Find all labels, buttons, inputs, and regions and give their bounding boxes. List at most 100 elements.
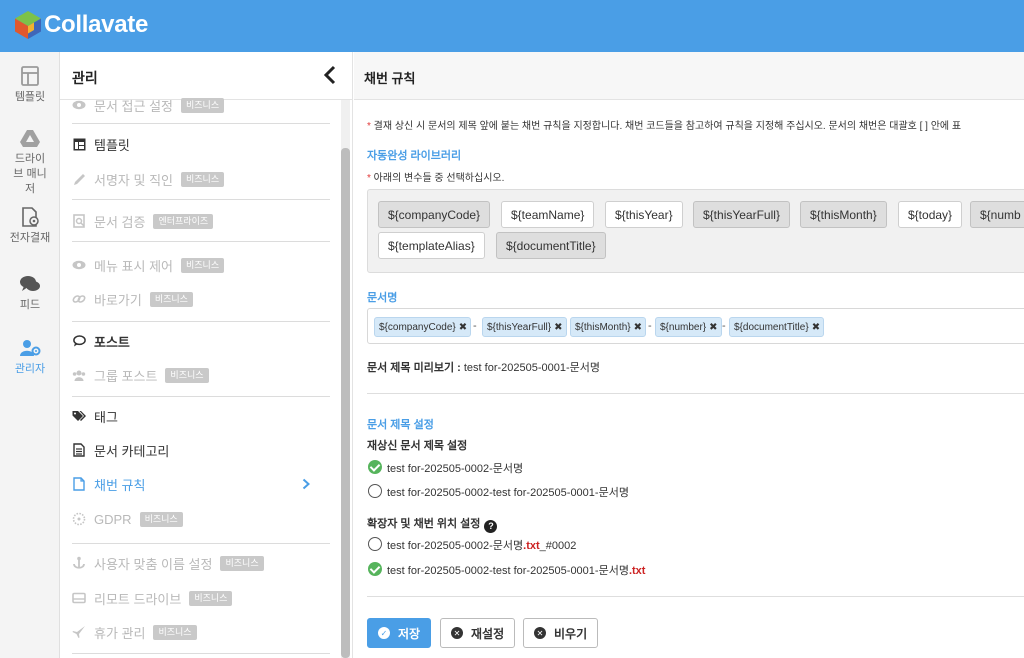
menu-label: 서명자 및 직인 <box>94 172 173 188</box>
drive-icon <box>20 130 40 147</box>
preview-label: 문서 제목 미리보기 : <box>367 362 461 374</box>
variable-tag[interactable]: ${numb <box>970 201 1024 228</box>
resubmit-option-2-label[interactable]: test for-202505-0002-test for-202505-000… <box>387 484 629 500</box>
app-logo[interactable]: Collavate <box>14 10 148 40</box>
remove-chip-icon[interactable]: ✖ <box>459 322 467 333</box>
rail-label: 템플릿 <box>14 91 46 103</box>
chat-icon <box>20 276 40 291</box>
remove-chip-icon[interactable]: ✖ <box>634 322 642 333</box>
menu-item-remote-drive[interactable]: 리모트 드라이브 비즈니스 <box>72 587 233 609</box>
resubmit-option-1-label[interactable]: test for-202505-0002-문서명 <box>387 460 523 476</box>
file-icon <box>72 477 86 491</box>
plan-badge: 비즈니스 <box>180 97 225 113</box>
description: * 결재 상신 시 문서의 제목 앞에 붙는 채번 규칙을 지정합니다. 채번 … <box>367 117 961 132</box>
rail-item-template[interactable]: 템플릿 <box>0 66 60 105</box>
preview-value: test for-202505-0001-문서명 <box>463 362 601 374</box>
ext-option-1-radio[interactable] <box>368 537 382 551</box>
variable-tag[interactable]: ${thisYearFull} <box>693 201 790 228</box>
menu-item-custom-name[interactable]: 사용자 맞춤 이름 설정 비즈니스 <box>72 552 264 574</box>
ext-option-1-label[interactable]: test for-202505-0002-문서명.txt_#0002 <box>387 537 576 553</box>
menu-label: 문서 카테고리 <box>94 443 170 459</box>
remove-chip-icon[interactable]: ✖ <box>709 322 717 333</box>
panel-scrollbar-thumb[interactable] <box>341 148 350 658</box>
variable-tag[interactable]: ${companyCode} <box>378 201 491 228</box>
pen-icon <box>72 172 86 186</box>
menu-label: 리모트 드라이브 <box>94 591 182 607</box>
check-circle-icon: ✓ <box>378 627 390 639</box>
variable-library: ${companyCode} ${teamName} ${thisYear} $… <box>367 189 1024 273</box>
resubmit-option-2-radio[interactable] <box>368 484 382 498</box>
rail-item-feed[interactable]: 피드 <box>0 274 60 313</box>
ext-option-2-radio[interactable] <box>368 562 382 576</box>
menu-label: 바로가기 <box>94 292 142 308</box>
rail-item-drive-manager[interactable]: 드라이브 매니저 <box>0 128 60 197</box>
collapse-chevron-left-icon[interactable] <box>322 64 338 86</box>
divider <box>72 199 330 200</box>
menu-item-numbering-rule[interactable]: 채번 규칙 <box>72 473 330 495</box>
divider <box>367 596 1024 597</box>
collavate-logo-icon <box>15 11 41 39</box>
rail-label: 드라이브 매니저 <box>13 153 47 195</box>
ext-option-2-label[interactable]: test for-202505-0002-test for-202505-000… <box>387 562 645 578</box>
rail-label: 관리자 <box>14 363 46 375</box>
close-circle-icon: ✕ <box>451 627 463 639</box>
anchor-icon <box>72 556 86 570</box>
title-preview: 문서 제목 미리보기 : test for-202505-0001-문서명 <box>367 359 600 375</box>
menu-item-shortcut[interactable]: 바로가기 비즈니스 <box>72 288 193 310</box>
menu-item-template[interactable]: 템플릿 <box>72 133 130 155</box>
extension: .txt <box>523 540 540 552</box>
main-area: 채번 규칙 * 결재 상신 시 문서의 제목 앞에 붙는 채번 규칙을 지정합니… <box>354 52 1024 658</box>
approval-icon <box>22 207 39 227</box>
variable-tag[interactable]: ${thisMonth} <box>800 201 887 228</box>
variable-chip: ${thisYearFull} ✖ <box>482 317 567 337</box>
menu-item-doc-category[interactable]: 문서 카테고리 <box>72 439 169 461</box>
menu-item-group-post[interactable]: 그룹 포스트 비즈니스 <box>72 364 209 386</box>
menu-label: 메뉴 표시 제어 <box>94 258 173 274</box>
document-icon <box>72 443 86 457</box>
close-circle-icon: ✕ <box>534 627 546 639</box>
menu-item-doc-access[interactable]: 문서 접근 설정 비즈니스 <box>72 94 225 116</box>
panel-header: 관리 <box>60 52 352 100</box>
comment-icon <box>72 334 86 348</box>
divider <box>72 241 330 242</box>
doc-name-input[interactable]: ${companyCode} ✖ - ${thisYearFull} ✖ ${thi… <box>367 308 1024 344</box>
tag-icon <box>72 409 86 423</box>
menu-item-post[interactable]: 포스트 <box>72 330 130 352</box>
required-mark: * <box>367 173 374 184</box>
menu-item-tag[interactable]: 태그 <box>72 405 118 427</box>
menu-label: 문서 검증 <box>94 214 146 230</box>
divider <box>72 321 330 322</box>
chevron-right-icon <box>302 478 310 490</box>
plan-badge: 엔터프라이즈 <box>153 213 214 229</box>
menu-item-signer-seal[interactable]: 서명자 및 직인 비즈니스 <box>72 168 225 190</box>
numbering-rule-form: * 결재 상신 시 문서의 제목 앞에 붙는 채번 규칙을 지정합니다. 채번 … <box>354 100 1024 658</box>
description-text: 결재 상신 시 문서의 제목 앞에 붙는 채번 규칙을 지정합니다. 채번 코드… <box>373 121 962 132</box>
extension: .txt <box>628 565 646 577</box>
plan-badge: 비즈니스 <box>180 257 225 273</box>
menu-item-leave-management[interactable]: 휴가 관리 비즈니스 <box>72 621 197 643</box>
variable-tag[interactable]: ${today} <box>898 201 963 228</box>
save-button[interactable]: ✓ 저장 <box>367 618 432 648</box>
variable-tag[interactable]: ${teamName} <box>501 201 595 228</box>
remove-chip-icon[interactable]: ✖ <box>812 322 820 333</box>
divider <box>72 396 330 397</box>
autocomplete-title: 자동완성 라이브러리 <box>367 150 462 162</box>
help-icon[interactable]: ? <box>484 520 498 533</box>
menu-item-gdpr[interactable]: GDPR 비즈니스 <box>72 508 183 530</box>
variable-chip: ${documentTitle} ✖ <box>729 317 825 337</box>
rail-item-approval[interactable]: 전자결재 <box>0 207 60 246</box>
variable-tag[interactable]: ${documentTitle} <box>496 232 606 259</box>
remove-chip-icon[interactable]: ✖ <box>554 322 562 333</box>
variable-tag[interactable]: ${thisYear} <box>605 201 683 228</box>
menu-label: 포스트 <box>94 334 130 350</box>
menu-item-menu-display[interactable]: 메뉴 표시 제어 비즈니스 <box>72 254 225 276</box>
title-settings-title: 문서 제목 설정 <box>367 419 434 431</box>
rail-item-admin[interactable]: 관리자 <box>0 338 60 377</box>
clear-button[interactable]: ✕ 비우기 <box>523 618 599 648</box>
reset-button[interactable]: ✕ 재설정 <box>440 618 516 648</box>
resubmit-option-1-radio[interactable] <box>368 460 382 474</box>
autocomplete-hint: * 아래의 변수들 중 선택하십시오. <box>367 169 504 184</box>
menu-item-doc-verify[interactable]: 문서 검증 엔터프라이즈 <box>72 210 214 232</box>
variable-tag[interactable]: ${templateAlias} <box>378 232 485 259</box>
icon-rail: 템플릿 드라이브 매니저 전자결재 피드 관리자 <box>0 52 60 658</box>
